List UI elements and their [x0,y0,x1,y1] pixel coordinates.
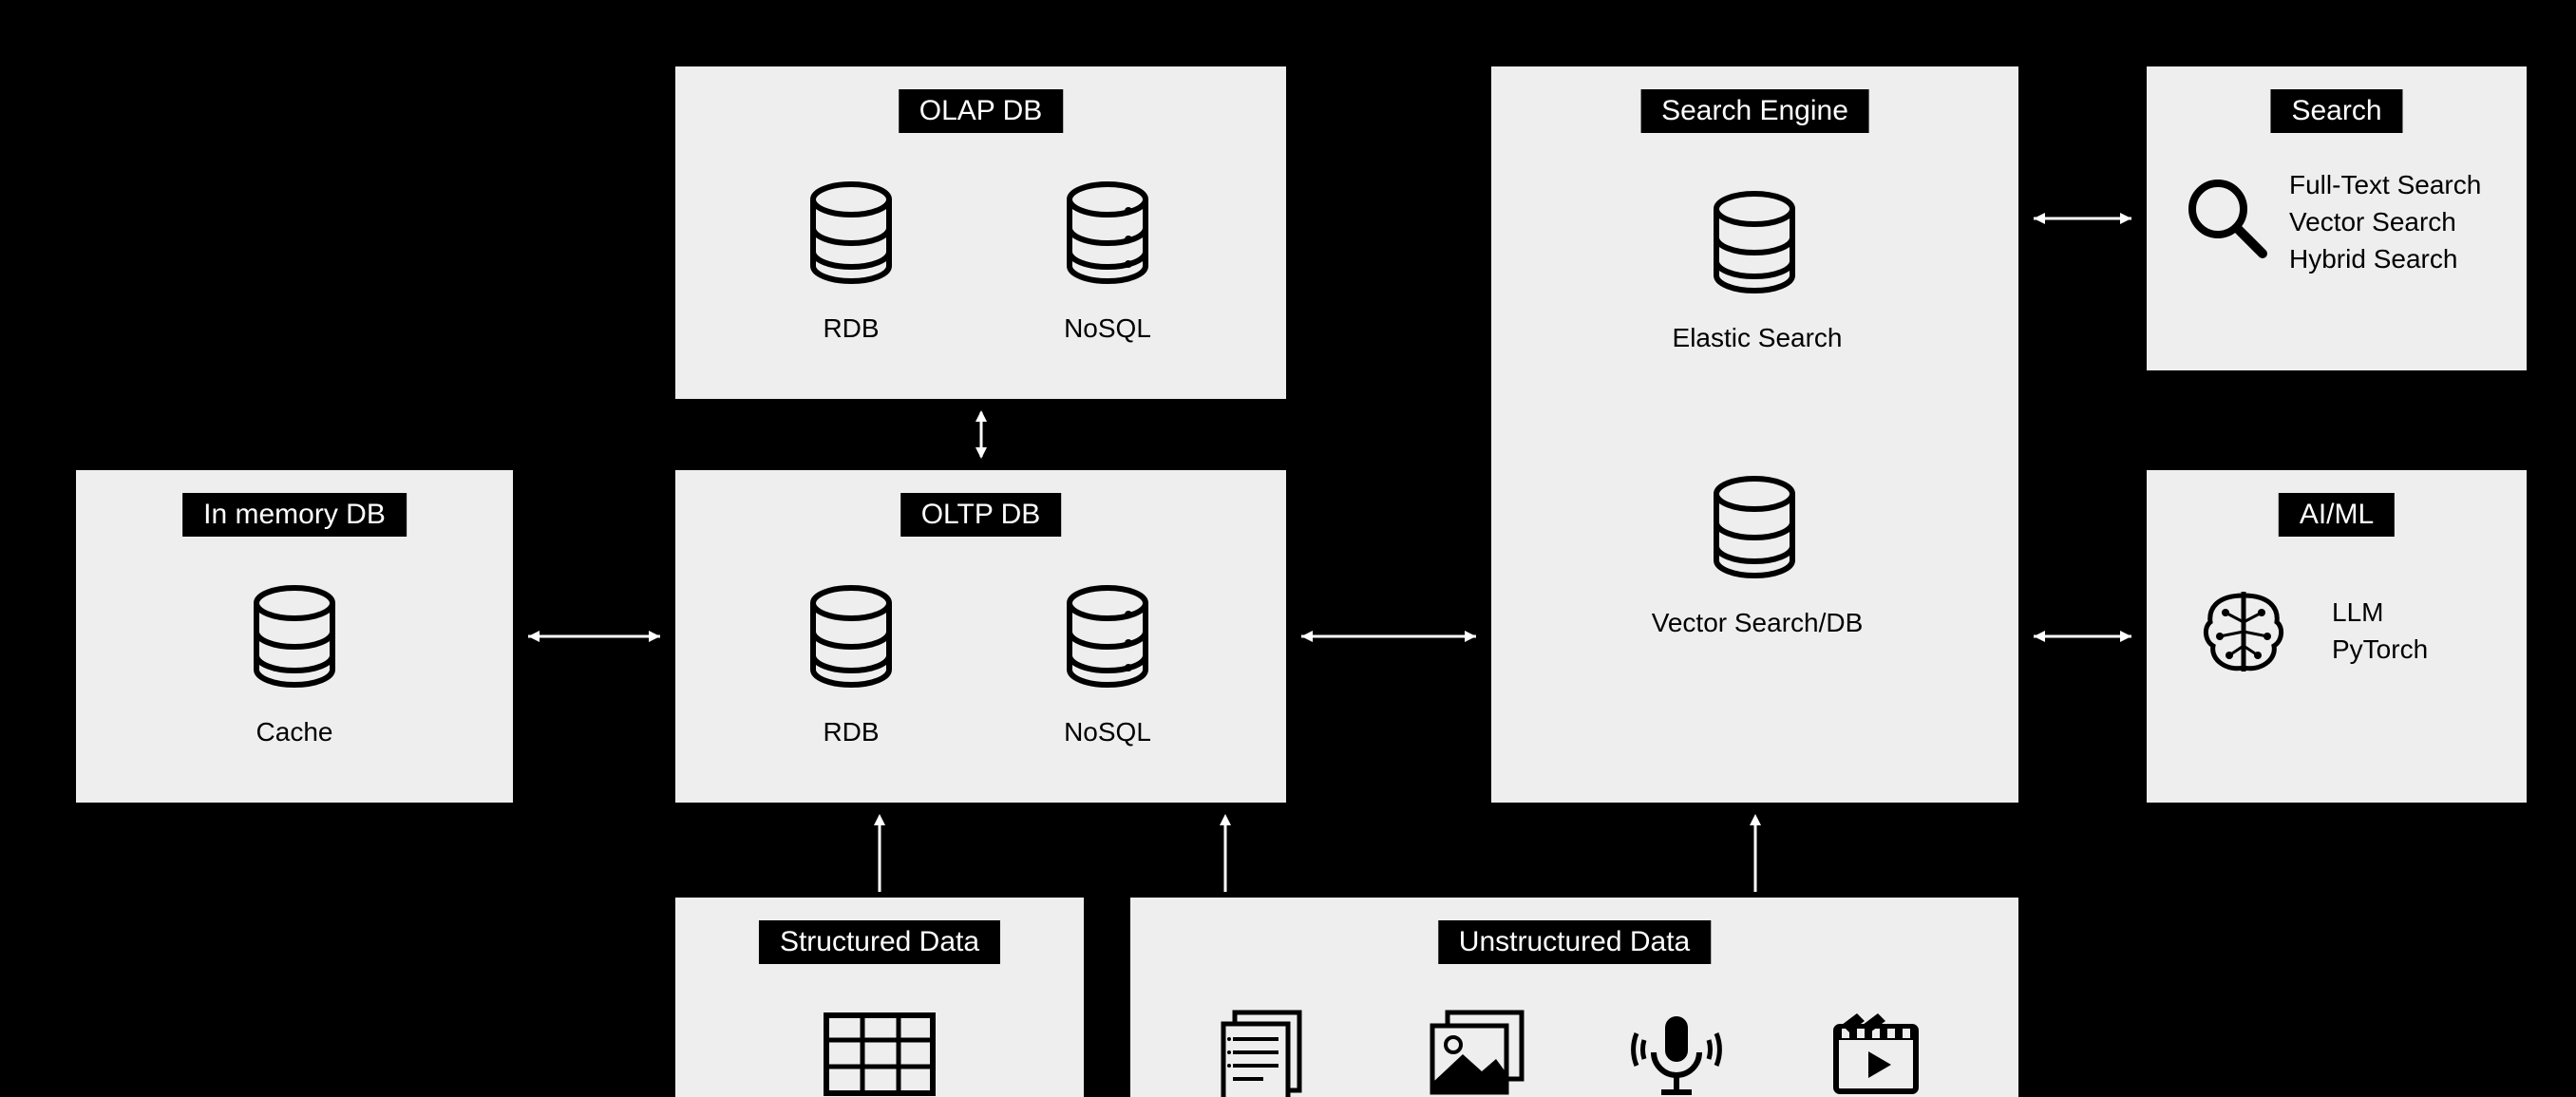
database-icon [1712,190,1797,294]
label-hybrid: Hybrid Search [2289,240,2481,277]
panel-search: Search Full-Text Search Vector Search Hy… [2147,66,2527,370]
database-icon [1712,475,1797,579]
panel-inmem: In memory DB Cache [76,470,513,803]
panel-search-engine: Search Engine Elastic Search Vector Sear… [1491,66,2018,803]
label-olap-rdb: RDB [780,313,922,344]
title-inmem: In memory DB [182,493,407,537]
connector-engine-search [2018,204,2147,233]
connector-oltp-search [1286,622,1491,651]
label-oltp-nosql: NoSQL [1036,717,1179,747]
database-icon [808,584,894,689]
audio-icon [1629,1007,1724,1097]
label-llm: LLM [2332,594,2428,631]
panel-olap: OLAP DB RDB NoSQL [675,66,1286,399]
label-pytorch: PyTorch [2332,631,2428,668]
panel-aiml: AI/ML LLM PyTorch [2147,470,2527,803]
database-icon [1065,180,1150,285]
connector-unstructured-search [1741,803,1770,898]
panel-unstructured: Unstructured Data Document Image [1130,898,2018,1097]
label-vector: Vector Search [2289,203,2481,240]
database-icon [1065,584,1150,689]
title-olap: OLAP DB [899,89,1064,133]
title-search: Search [2270,89,2402,133]
image-icon [1425,1007,1529,1097]
title-oltp: OLTP DB [900,493,1062,537]
panel-structured: Structured Data Table [675,898,1084,1097]
label-oltp-rdb: RDB [780,717,922,747]
panel-oltp: OLTP DB RDB NoSQL [675,470,1286,803]
connector-olap-oltp [967,399,995,470]
connector-inmem-oltp [513,622,675,651]
label-fulltext: Full-Text Search [2289,166,2481,203]
diagram-canvas: OLAP DB RDB NoSQL OLTP DB [0,0,2576,1097]
title-unstructured: Unstructured Data [1438,920,1711,964]
label-inmem-cache: Cache [223,717,366,747]
label-olap-nosql: NoSQL [1036,313,1179,344]
connector-unstructured-oltp [1211,803,1240,898]
document-icon [1216,1007,1306,1097]
connector-engine-aiml [2018,622,2147,651]
connector-structured-oltp [865,803,894,898]
database-icon [252,584,337,689]
label-elastic-search: Elastic Search [1634,323,1881,353]
label-vector-search: Vector Search/DB [1605,608,1909,638]
database-icon [808,180,894,285]
brain-icon [2199,584,2289,679]
title-structured: Structured Data [759,920,1000,964]
table-icon [823,1012,937,1097]
title-aiml: AI/ML [2279,493,2395,537]
video-icon [1828,1010,1923,1097]
title-search-engine: Search Engine [1640,89,1869,133]
search-icon [2185,176,2270,261]
